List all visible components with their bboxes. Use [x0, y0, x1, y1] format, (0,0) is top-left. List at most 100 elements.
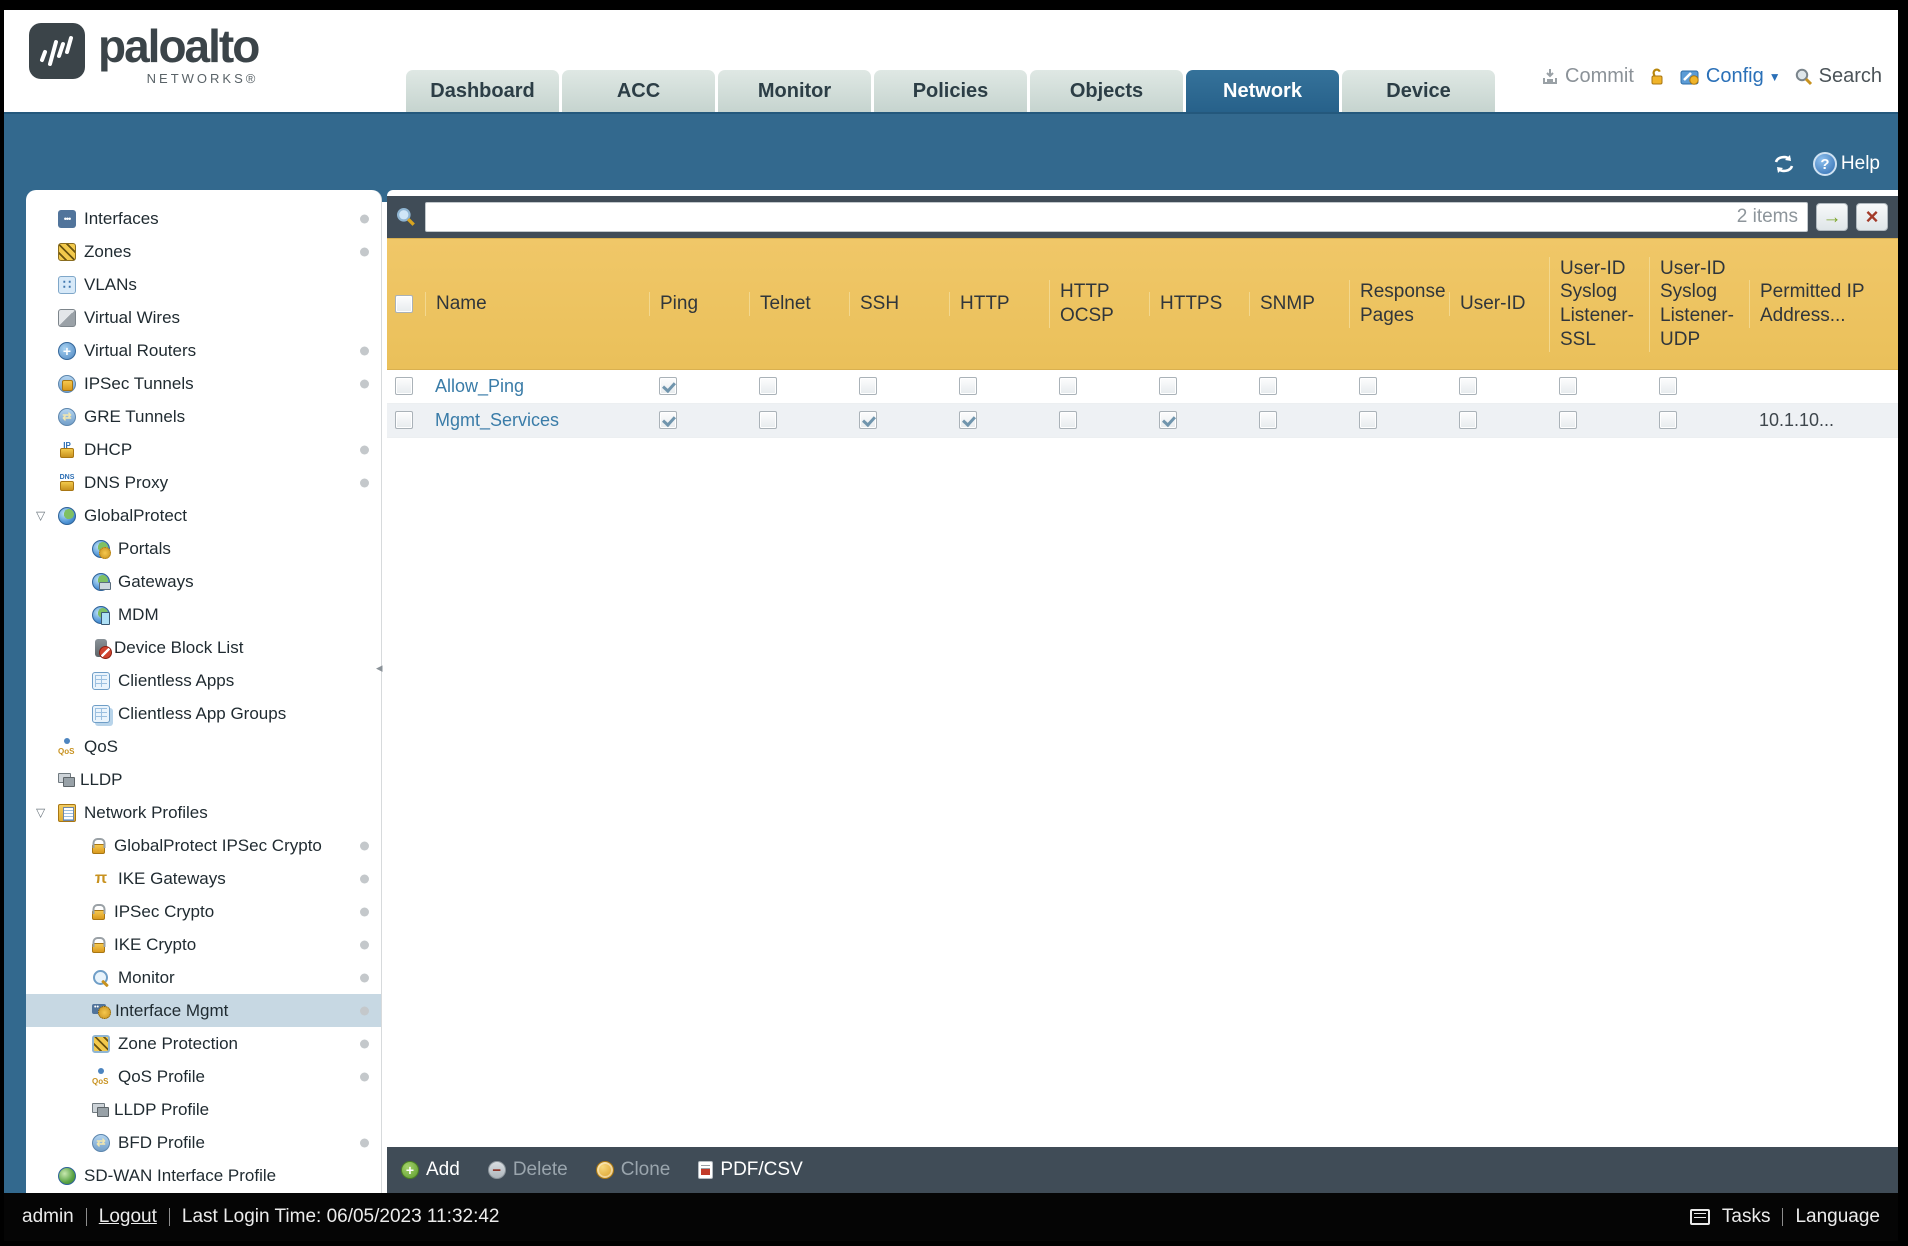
sidebar-item-globalprotect[interactable]: ▽ GlobalProtect — [26, 499, 381, 532]
column-header-http[interactable]: HTTP — [949, 292, 1049, 316]
select-all-checkbox[interactable] — [395, 295, 413, 314]
scroll-dot — [360, 445, 369, 454]
qos-icon — [58, 738, 76, 756]
sidebar-item-label: DNS Proxy — [84, 472, 169, 492]
add-button[interactable]: + Add — [401, 1159, 460, 1181]
sidebar-item-interface-mgmt[interactable]: Interface Mgmt — [26, 994, 381, 1027]
mdm-icon — [92, 605, 110, 625]
column-header-http-ocsp[interactable]: HTTP OCSP — [1049, 280, 1149, 328]
sidebar-item-gre-tunnels[interactable]: GRE Tunnels — [26, 400, 381, 433]
clone-label: Clone — [620, 1159, 671, 1180]
delete-icon: − — [487, 1161, 506, 1179]
sidebar-item-dns-proxy[interactable]: DNS Proxy — [26, 466, 381, 499]
user-id-syslog-listener-ssl-cell — [1549, 377, 1649, 396]
user-id-cell — [1449, 377, 1549, 396]
tasks-button[interactable]: Tasks — [1722, 1206, 1771, 1228]
tab-policies[interactable]: Policies — [874, 70, 1027, 112]
sidebar-item-clientless-app-groups[interactable]: Clientless App Groups — [26, 697, 381, 730]
user-id-syslog-listener-udp-checkbox — [1659, 377, 1677, 396]
scroll-dot — [360, 1006, 369, 1015]
clear-filter-button[interactable]: × — [1856, 203, 1888, 231]
column-header-user-id-syslog-listener-ssl[interactable]: User-ID Syslog Listener-SSL — [1549, 256, 1649, 352]
tab-objects[interactable]: Objects — [1030, 70, 1183, 112]
sidebar-item-portals[interactable]: Portals — [26, 532, 381, 565]
tab-acc[interactable]: ACC — [562, 70, 715, 112]
column-header-permitted-ip[interactable]: Permitted IP Address... — [1749, 280, 1898, 328]
profile-link[interactable]: Mgmt_Services — [435, 410, 559, 430]
collapse-triangle-icon[interactable]: ▽ — [36, 508, 45, 522]
sidebar-item-zone-protection[interactable]: Zone Protection — [26, 1027, 381, 1060]
sidebar-item-dhcp[interactable]: DHCP — [26, 433, 381, 466]
sidebar-item-qos-profile[interactable]: QoS Profile — [26, 1060, 381, 1093]
delete-button[interactable]: − Delete — [487, 1159, 568, 1181]
filter-input[interactable] — [425, 202, 1808, 232]
https-checkbox — [1159, 377, 1177, 396]
sidebar-item-ipsec-tunnels[interactable]: IPSec Tunnels — [26, 367, 381, 400]
collapse-triangle-icon[interactable]: ▽ — [36, 805, 45, 819]
pdf-csv-button[interactable]: PDF/CSV — [698, 1159, 803, 1181]
clientless-apps-icon — [92, 671, 110, 690]
sidebar-item-virtual-wires[interactable]: Virtual Wires — [26, 301, 381, 334]
refresh-icon[interactable] — [1771, 153, 1797, 175]
commit-button[interactable]: Commit — [1540, 65, 1634, 88]
sidebar-item-globalprotect-ipsec-crypto[interactable]: GlobalProtect IPSec Crypto — [26, 829, 381, 862]
clone-button[interactable]: Clone — [595, 1159, 671, 1181]
column-header-https[interactable]: HTTPS — [1149, 292, 1249, 316]
tab-dashboard[interactable]: Dashboard — [406, 70, 559, 112]
sidebar-item-device-block-list[interactable]: Device Block List — [26, 631, 381, 664]
paloalto-logo: paloalto NETWORKS® — [28, 22, 260, 86]
sidebar-item-zones[interactable]: Zones — [26, 235, 381, 268]
sidebar-item-lldp-profile[interactable]: LLDP Profile — [26, 1093, 381, 1126]
config-button[interactable]: Config ▼ — [1680, 65, 1781, 88]
dhcp-icon — [58, 441, 76, 459]
logout-link[interactable]: Logout — [99, 1206, 157, 1228]
ssh-cell — [849, 411, 949, 430]
profile-link[interactable]: Allow_Ping — [435, 376, 524, 396]
column-header-snmp[interactable]: SNMP — [1249, 292, 1349, 316]
scroll-dot — [360, 346, 369, 355]
sidebar-item-ike-crypto[interactable]: IKE Crypto — [26, 928, 381, 961]
qos-profile-icon — [92, 1068, 110, 1086]
global-search-button[interactable]: Search — [1794, 65, 1882, 88]
tab-monitor[interactable]: Monitor — [718, 70, 871, 112]
sidebar-item-qos[interactable]: QoS — [26, 730, 381, 763]
column-header-ping[interactable]: Ping — [649, 292, 749, 316]
sidebar-item-monitor[interactable]: Monitor — [26, 961, 381, 994]
sidebar-collapse-arrow[interactable]: ◂ — [376, 660, 383, 676]
column-header-user-id[interactable]: User-ID — [1449, 292, 1549, 316]
sidebar-item-gateways[interactable]: Gateways — [26, 565, 381, 598]
row-checkbox[interactable] — [395, 377, 413, 396]
tab-device[interactable]: Device — [1342, 70, 1495, 112]
panos-app: paloalto NETWORKS® Dashboard ACC Monitor Po… — [4, 10, 1898, 1241]
column-header-user-id-syslog-listener-udp[interactable]: User-ID Syslog Listener-UDP — [1649, 256, 1749, 352]
sidebar-item-mdm[interactable]: MDM — [26, 598, 381, 631]
sidebar-item-ipsec-crypto[interactable]: IPSec Crypto — [26, 895, 381, 928]
column-header-telnet[interactable]: Telnet — [749, 292, 849, 316]
row-checkbox[interactable] — [395, 411, 413, 430]
sidebar-item-label: Gateways — [118, 571, 194, 591]
sidebar-item-network-profiles[interactable]: ▽ Network Profiles — [26, 796, 381, 829]
apply-filter-button[interactable]: → — [1816, 203, 1848, 231]
sidebar-item-lldp[interactable]: LLDP — [26, 763, 381, 796]
divider — [85, 1208, 87, 1226]
sidebar-item-vlans[interactable]: VLANs — [26, 268, 381, 301]
tab-network[interactable]: Network — [1186, 70, 1339, 112]
sdwan-icon — [58, 1166, 76, 1185]
column-header-name[interactable]: Name — [425, 292, 649, 316]
response-pages-cell — [1349, 377, 1449, 396]
sidebar-item-virtual-routers[interactable]: Virtual Routers — [26, 334, 381, 367]
unlock-icon[interactable] — [1647, 67, 1667, 87]
column-header-ssh[interactable]: SSH — [849, 292, 949, 316]
sidebar-item-sdwan-interface-profile[interactable]: SD-WAN Interface Profile — [26, 1159, 381, 1192]
help-button[interactable]: ? Help — [1812, 152, 1880, 176]
sidebar-item-ike-gateways[interactable]: IKE Gateways — [26, 862, 381, 895]
response-pages-checkbox — [1359, 411, 1377, 430]
column-header-response-pages[interactable]: Response Pages — [1349, 280, 1449, 328]
sidebar-item-interfaces[interactable]: Interfaces — [26, 202, 381, 235]
language-button[interactable]: Language — [1795, 1206, 1880, 1228]
sidebar-item-bfd-profile[interactable]: BFD Profile — [26, 1126, 381, 1159]
sidebar-item-label: Portals — [118, 538, 171, 558]
network-profiles-icon — [58, 803, 76, 822]
telnet-cell — [749, 411, 849, 430]
sidebar-item-clientless-apps[interactable]: Clientless Apps — [26, 664, 381, 697]
